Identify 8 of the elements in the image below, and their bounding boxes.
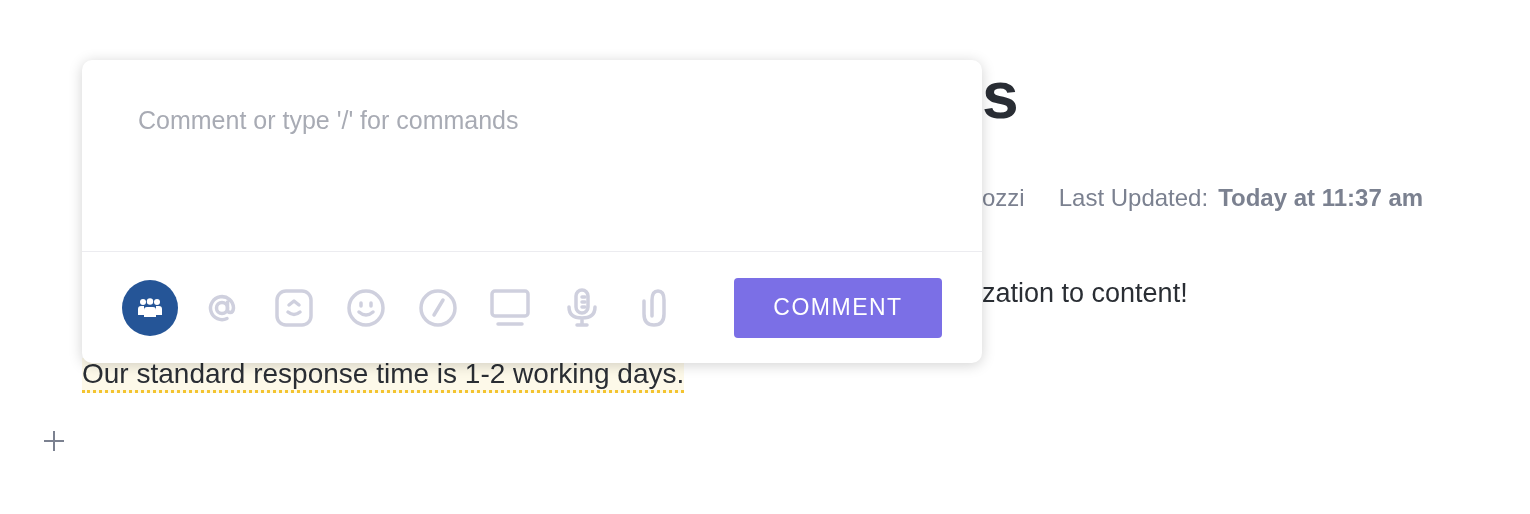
- last-updated-label: Last Updated:: [1058, 184, 1209, 212]
- comment-button[interactable]: COMMENT: [734, 277, 942, 338]
- page-title: s: [982, 58, 1020, 132]
- comment-field[interactable]: Comment or type '/' for commands: [138, 106, 926, 135]
- author-name: ozzi: [982, 184, 1025, 212]
- add-block-icon[interactable]: [43, 430, 65, 452]
- last-updated-value: Today at 11:37 am: [1218, 184, 1424, 212]
- body-text: zation to content!: [982, 277, 1189, 310]
